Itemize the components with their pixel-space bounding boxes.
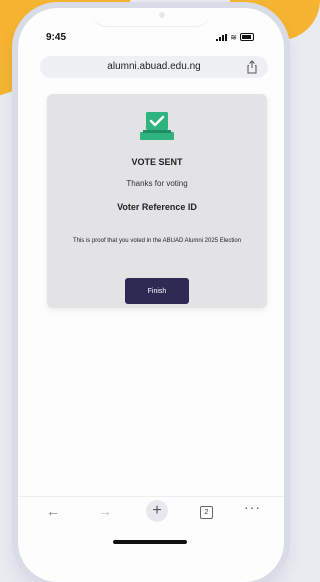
back-arrow-icon[interactable]: ← [46,504,60,518]
vote-confirmation-card: VOTE SENT Thanks for voting Voter Refere… [47,94,267,308]
signal-icon [216,33,228,41]
notch [92,8,210,26]
home-indicator[interactable] [113,540,187,544]
tabs-icon[interactable]: 2 [200,506,213,519]
vote-sent-title: VOTE SENT [131,157,183,167]
battery-icon [240,33,254,41]
finish-button[interactable]: Finish [125,278,189,304]
status-icons: ≋ [216,33,254,41]
phone-frame: 9:45 ≋ alumni.abuad.edu.ng VOTE SENT Tha… [18,8,284,582]
more-icon[interactable]: ··· [244,500,261,514]
camera-dot [159,12,165,18]
ballot-box-check-icon [140,112,174,140]
plus-icon[interactable]: + [146,500,168,522]
address-bar[interactable]: alumni.abuad.edu.ng [40,56,268,78]
voter-reference-label: Voter Reference ID [117,202,197,212]
url-text[interactable]: alumni.abuad.edu.ng [40,61,268,72]
forward-arrow-icon[interactable]: → [98,504,112,518]
share-icon[interactable] [246,60,258,74]
status-time: 9:45 [46,32,67,43]
thanks-text: Thanks for voting [126,179,188,188]
wifi-icon: ≋ [230,32,237,42]
proof-text: This is proof that you voted in the ABUA… [72,238,242,244]
browser-toolbar: ← → + 2 ··· [18,496,284,527]
